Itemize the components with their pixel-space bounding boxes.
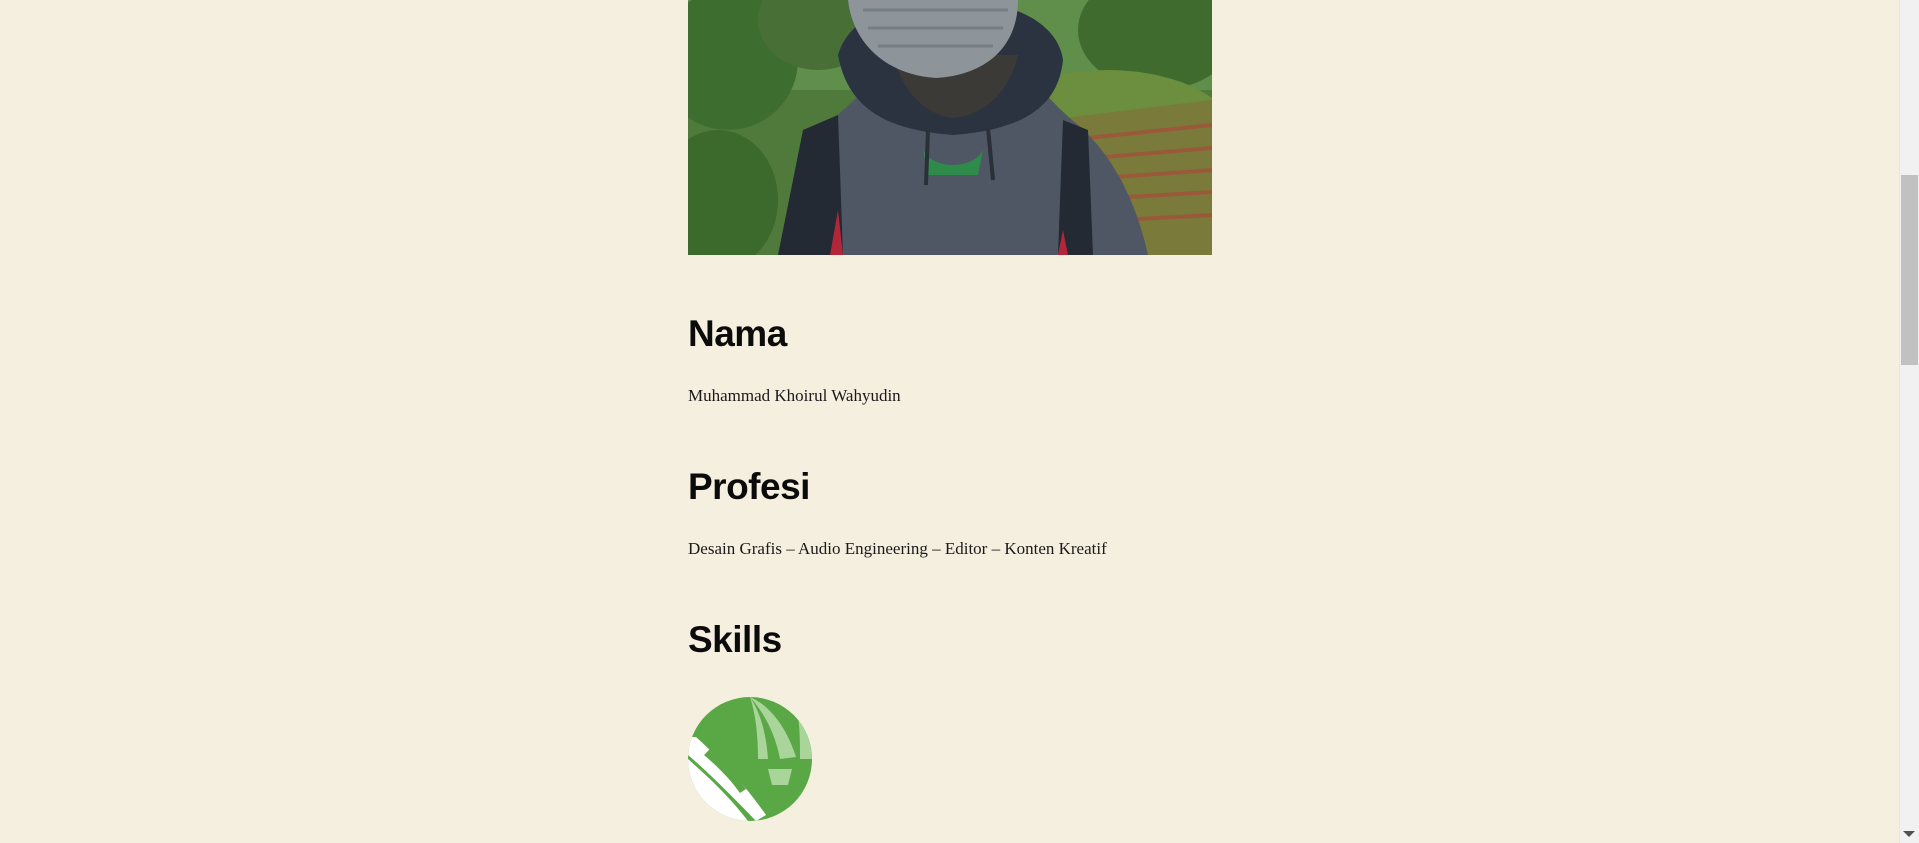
section-text-nama: Muhammad Khoirul Wahyudin (688, 386, 901, 405)
vertical-scrollbar[interactable] (1899, 0, 1919, 843)
scrollbar-thumb[interactable] (1901, 175, 1918, 365)
section-text-profesi: Desain Grafis – Audio Engineering – Edit… (688, 539, 1107, 558)
section-heading-profesi: Profesi (688, 466, 810, 507)
scroll-down-arrow-icon[interactable] (1903, 831, 1915, 837)
section-heading-skills: Skills (688, 619, 782, 660)
section-heading-nama: Nama (688, 313, 787, 354)
coreldraw-icon (688, 697, 812, 821)
profile-photo (688, 0, 1212, 255)
